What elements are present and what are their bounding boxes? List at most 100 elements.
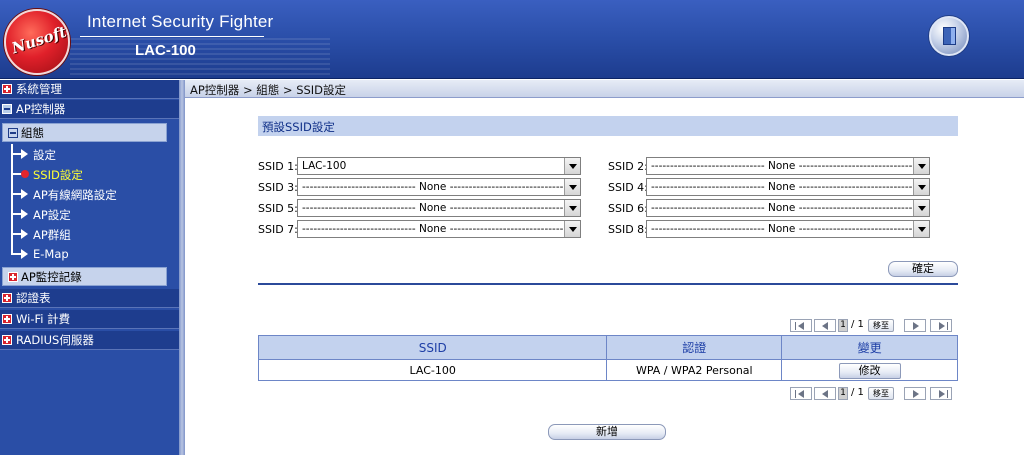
ssid-6-select[interactable]: ------------------------------ None ----… (646, 199, 930, 217)
prev-page-icon[interactable] (814, 387, 836, 400)
prev-page-icon[interactable] (814, 319, 836, 332)
cell-ssid: LAC-100 (257, 359, 608, 381)
ssid-7-label: SSID 7: (258, 223, 298, 236)
sidebar-item-label: 組態 (21, 125, 44, 140)
arrow-icon (21, 149, 28, 159)
sidebar-item-label: 認證表 (16, 291, 51, 305)
page-number-input[interactable]: 1 (838, 387, 848, 400)
ssid-1-select[interactable]: LAC-100 (297, 157, 581, 175)
sidebar-item-system-management[interactable]: 系統管理 (0, 80, 179, 99)
ssid-5-select[interactable]: ------------------------------ None ----… (297, 199, 581, 217)
logout-door-icon (943, 27, 956, 45)
sidebar-item-label: AP有線網路設定 (33, 188, 117, 202)
sidebar-item-ap-controller[interactable]: AP控制器 (0, 100, 179, 119)
logo-text: Nusoft (9, 22, 69, 58)
ssid-5-label: SSID 5: (258, 202, 298, 215)
sidebar: 系統管理 AP控制器 組態 設定 SSID設定 AP有線網路設定 AP設定 AP… (0, 80, 179, 455)
active-dot-icon (21, 170, 29, 178)
plus-icon (8, 271, 18, 282)
logout-button[interactable] (929, 16, 969, 56)
ssid-4-select[interactable]: ------------------------------ None ----… (646, 178, 930, 196)
section-title: 預設SSID設定 (258, 116, 958, 136)
sidebar-item-auth-table[interactable]: 認證表 (0, 289, 179, 308)
sidebar-item-label: 設定 (33, 148, 56, 162)
sidebar-item-label: AP群組 (33, 228, 71, 242)
section-divider (258, 283, 958, 285)
ssid-2-value: ------------------------------ None ----… (651, 160, 913, 172)
page-total: / 1 (851, 387, 864, 398)
model-name: LAC-100 (135, 42, 196, 59)
ssid-3-select[interactable]: ------------------------------ None ----… (297, 178, 581, 196)
sidebar-item-label: RADIUS伺服器 (16, 333, 94, 347)
header-stripes (70, 38, 330, 78)
sidebar-item-ap-settings[interactable]: AP設定 (0, 204, 178, 224)
next-page-icon[interactable] (904, 387, 926, 400)
sidebar-item-label: Wi-Fi 計費 (16, 312, 71, 326)
column-header-ssid: SSID (257, 335, 608, 360)
edit-button[interactable]: 修改 (838, 363, 901, 379)
go-page-button[interactable]: 移至 (868, 319, 894, 332)
dropdown-arrow-icon (564, 221, 580, 237)
ssid-2-select[interactable]: ------------------------------ None ----… (646, 157, 930, 175)
sidebar-item-ap-wired-network[interactable]: AP有線網路設定 (0, 184, 178, 204)
next-page-icon[interactable] (904, 319, 926, 332)
arrow-icon (21, 249, 28, 259)
arrow-icon (21, 209, 28, 219)
ssid-6-value: ------------------------------ None ----… (651, 202, 913, 214)
pager-bottom: 1 / 1 移至 (790, 387, 958, 401)
ssid-2-label: SSID 2: (608, 160, 648, 173)
go-page-button[interactable]: 移至 (868, 387, 894, 400)
ssid-7-select[interactable]: ------------------------------ None ----… (297, 220, 581, 238)
sidebar-item-label: AP設定 (33, 208, 71, 222)
ssid-8-select[interactable]: ------------------------------ None ----… (646, 220, 930, 238)
page-total: / 1 (851, 319, 864, 330)
ssid-table: SSID 認證 變更 LAC-100 WPA / WPA2 Personal 修… (257, 335, 958, 381)
dropdown-arrow-icon (913, 158, 929, 174)
add-button[interactable]: 新增 (548, 424, 666, 440)
dropdown-arrow-icon (913, 179, 929, 195)
page-number-input[interactable]: 1 (838, 319, 848, 332)
sidebar-item-emap[interactable]: E-Map (0, 244, 178, 264)
dropdown-arrow-icon (564, 158, 580, 174)
cell-auth: WPA / WPA2 Personal (606, 359, 783, 381)
ssid-7-value: ------------------------------ None ----… (302, 223, 564, 235)
cell-action: 修改 (781, 359, 958, 381)
first-page-icon[interactable] (790, 319, 812, 332)
sidebar-item-radius-server[interactable]: RADIUS伺服器 (0, 331, 179, 350)
dropdown-arrow-icon (564, 179, 580, 195)
sidebar-item-settings[interactable]: 設定 (0, 144, 178, 164)
sidebar-item-label: AP監控記錄 (21, 269, 82, 284)
ssid-4-label: SSID 4: (608, 181, 648, 194)
sidebar-item-label: E-Map (33, 247, 69, 261)
ssid-3-label: SSID 3: (258, 181, 298, 194)
column-header-auth: 認證 (606, 335, 783, 360)
ssid-6-label: SSID 6: (608, 202, 648, 215)
app-title: Internet Security Fighter (87, 12, 274, 31)
plus-icon (2, 335, 12, 345)
plus-icon (2, 84, 12, 94)
sidebar-item-configuration[interactable]: 組態 (2, 123, 167, 142)
minus-icon (8, 127, 18, 138)
sidebar-item-ssid-settings[interactable]: SSID設定 (0, 164, 178, 184)
sidebar-item-wifi-billing[interactable]: Wi-Fi 計費 (0, 310, 179, 329)
ssid-1-label: SSID 1: (258, 160, 298, 173)
dropdown-arrow-icon (564, 200, 580, 216)
brand-logo: Nusoft (4, 9, 70, 75)
sidebar-item-ap-monitor-log[interactable]: AP監控記錄 (2, 267, 167, 286)
ssid-8-label: SSID 8: (608, 223, 648, 236)
sidebar-item-label: 系統管理 (16, 82, 62, 96)
last-page-icon[interactable] (930, 387, 952, 400)
first-page-icon[interactable] (790, 387, 812, 400)
column-header-change: 變更 (781, 335, 958, 360)
header: Nusoft Internet Security Fighter LAC-100 (0, 0, 1024, 79)
ssid-1-value: LAC-100 (302, 160, 347, 172)
table-row: LAC-100 WPA / WPA2 Personal 修改 (257, 359, 958, 381)
plus-icon (2, 293, 12, 303)
minus-icon (2, 104, 12, 114)
sidebar-item-label: SSID設定 (33, 168, 83, 182)
confirm-button[interactable]: 確定 (888, 261, 958, 277)
last-page-icon[interactable] (930, 319, 952, 332)
sidebar-item-ap-groups[interactable]: AP群組 (0, 224, 178, 244)
breadcrumb: AP控制器 > 組態 > SSID設定 (185, 80, 1024, 98)
ssid-4-value: ------------------------------ None ----… (651, 181, 913, 193)
